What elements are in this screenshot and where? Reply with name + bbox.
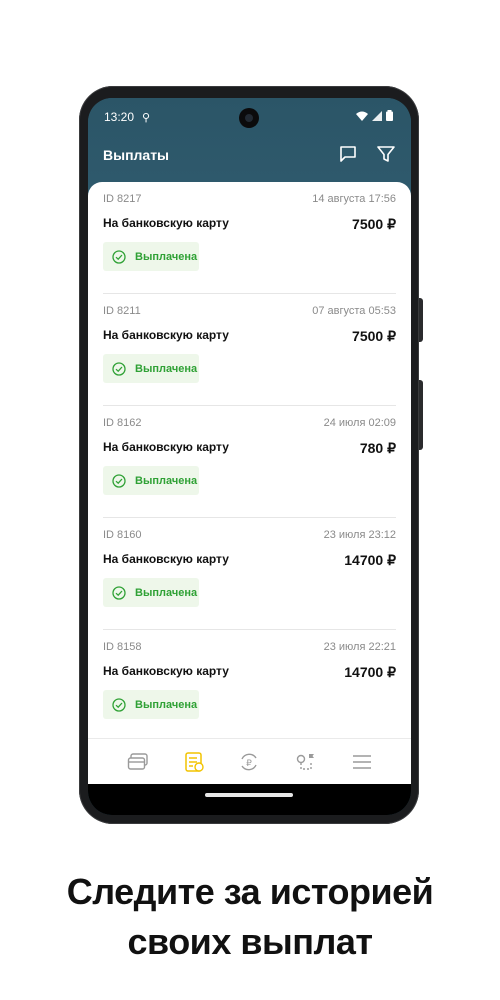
check-circle-icon — [112, 473, 126, 488]
payout-date: 23 июля 22:21 — [323, 641, 396, 653]
filter-icon[interactable] — [376, 144, 396, 164]
status-text: Выплачена — [135, 474, 198, 487]
payout-amount: 14700 ₽ — [344, 552, 396, 568]
payout-date: 24 июля 02:09 — [323, 417, 396, 429]
check-circle-icon — [112, 361, 126, 376]
status-badge: Выплачена — [103, 354, 199, 383]
payout-method: На банковскую карту — [103, 216, 229, 230]
route-icon — [296, 754, 314, 770]
ruble-exchange-icon: ₽ — [241, 753, 257, 771]
payout-id: ID 8162 — [103, 417, 142, 429]
tab-exchange[interactable]: ₽ — [238, 751, 260, 773]
status-text: Выплачена — [135, 698, 198, 711]
payout-date: 23 июля 23:12 — [323, 529, 396, 541]
signal-icon — [372, 110, 382, 121]
bottom-tab-bar: ₽ — [88, 738, 411, 785]
status-badge: Выплачена — [103, 690, 199, 719]
payout-method: На банковскую карту — [103, 328, 229, 342]
payouts-list: ID 8217 14 августа 17:56 На банковскую кар… — [88, 182, 411, 738]
check-circle-icon — [112, 697, 126, 712]
payout-method: На банковскую карту — [103, 664, 229, 678]
system-icons — [356, 110, 393, 121]
status-time: 13:20 — [104, 110, 135, 124]
volume-button — [419, 298, 423, 342]
payouts-list-icon — [185, 752, 204, 772]
home-gesture-bar[interactable] — [205, 793, 293, 797]
tab-cards[interactable] — [127, 751, 149, 773]
status-badge: Выплачена — [103, 242, 199, 271]
caption-line-2: своих выплат — [127, 921, 373, 962]
payout-method: На банковскую карту — [103, 440, 229, 454]
check-circle-icon — [112, 585, 126, 600]
payout-card[interactable]: ID 8217 14 августа 17:56 На банковскую кар… — [88, 182, 411, 294]
front-camera — [239, 108, 259, 128]
status-badge: Выплачена — [103, 466, 199, 495]
tab-menu[interactable] — [351, 751, 373, 773]
payout-card[interactable]: ID 8158 23 июля 22:21 На банковскую карту 1… — [88, 630, 411, 738]
caption-line-1: Следите за историей — [66, 871, 434, 912]
payout-card[interactable]: ID 8162 24 июля 02:09 На банковскую карту 7… — [88, 406, 411, 518]
status-badge: Выплачена — [103, 578, 199, 607]
payout-date: 07 августа 05:53 — [312, 305, 396, 317]
phone-screen: 13:20 ⚲ Выплаты ID 8217 14 августа 17:56 На… — [88, 98, 411, 815]
payout-amount: 7500 ₽ — [352, 216, 396, 232]
payout-card[interactable]: ID 8160 23 июля 23:12 На банковскую карту 1… — [88, 518, 411, 630]
tab-route[interactable] — [295, 751, 317, 773]
menu-icon — [353, 755, 371, 769]
power-button — [419, 380, 423, 450]
svg-text:₽: ₽ — [246, 759, 252, 769]
status-text: Выплачена — [135, 586, 198, 599]
system-nav-bar — [88, 784, 411, 815]
cards-icon — [127, 753, 148, 770]
payout-card[interactable]: ID 8211 07 августа 05:53 На банковскую кар… — [88, 294, 411, 406]
status-text: Выплачена — [135, 250, 198, 263]
usb-icon: ⚲ — [142, 112, 151, 124]
payout-date: 14 августа 17:56 — [312, 193, 396, 205]
payout-id: ID 8211 — [103, 305, 141, 317]
page-title: Выплаты — [103, 147, 170, 163]
payout-amount: 14700 ₽ — [344, 664, 396, 680]
battery-icon — [386, 110, 393, 121]
payout-id: ID 8217 — [103, 193, 142, 205]
chat-icon[interactable] — [338, 144, 358, 164]
wifi-icon — [356, 111, 368, 121]
payout-amount: 7500 ₽ — [352, 328, 396, 344]
payout-id: ID 8158 — [103, 641, 142, 653]
check-circle-icon — [112, 249, 126, 264]
payout-method: На банковскую карту — [103, 552, 229, 566]
status-bar: 13:20 ⚲ — [104, 110, 150, 124]
payout-amount: 780 ₽ — [359, 440, 396, 456]
payout-id: ID 8160 — [103, 529, 142, 541]
tab-payouts[interactable] — [183, 751, 205, 773]
status-text: Выплачена — [135, 362, 198, 375]
